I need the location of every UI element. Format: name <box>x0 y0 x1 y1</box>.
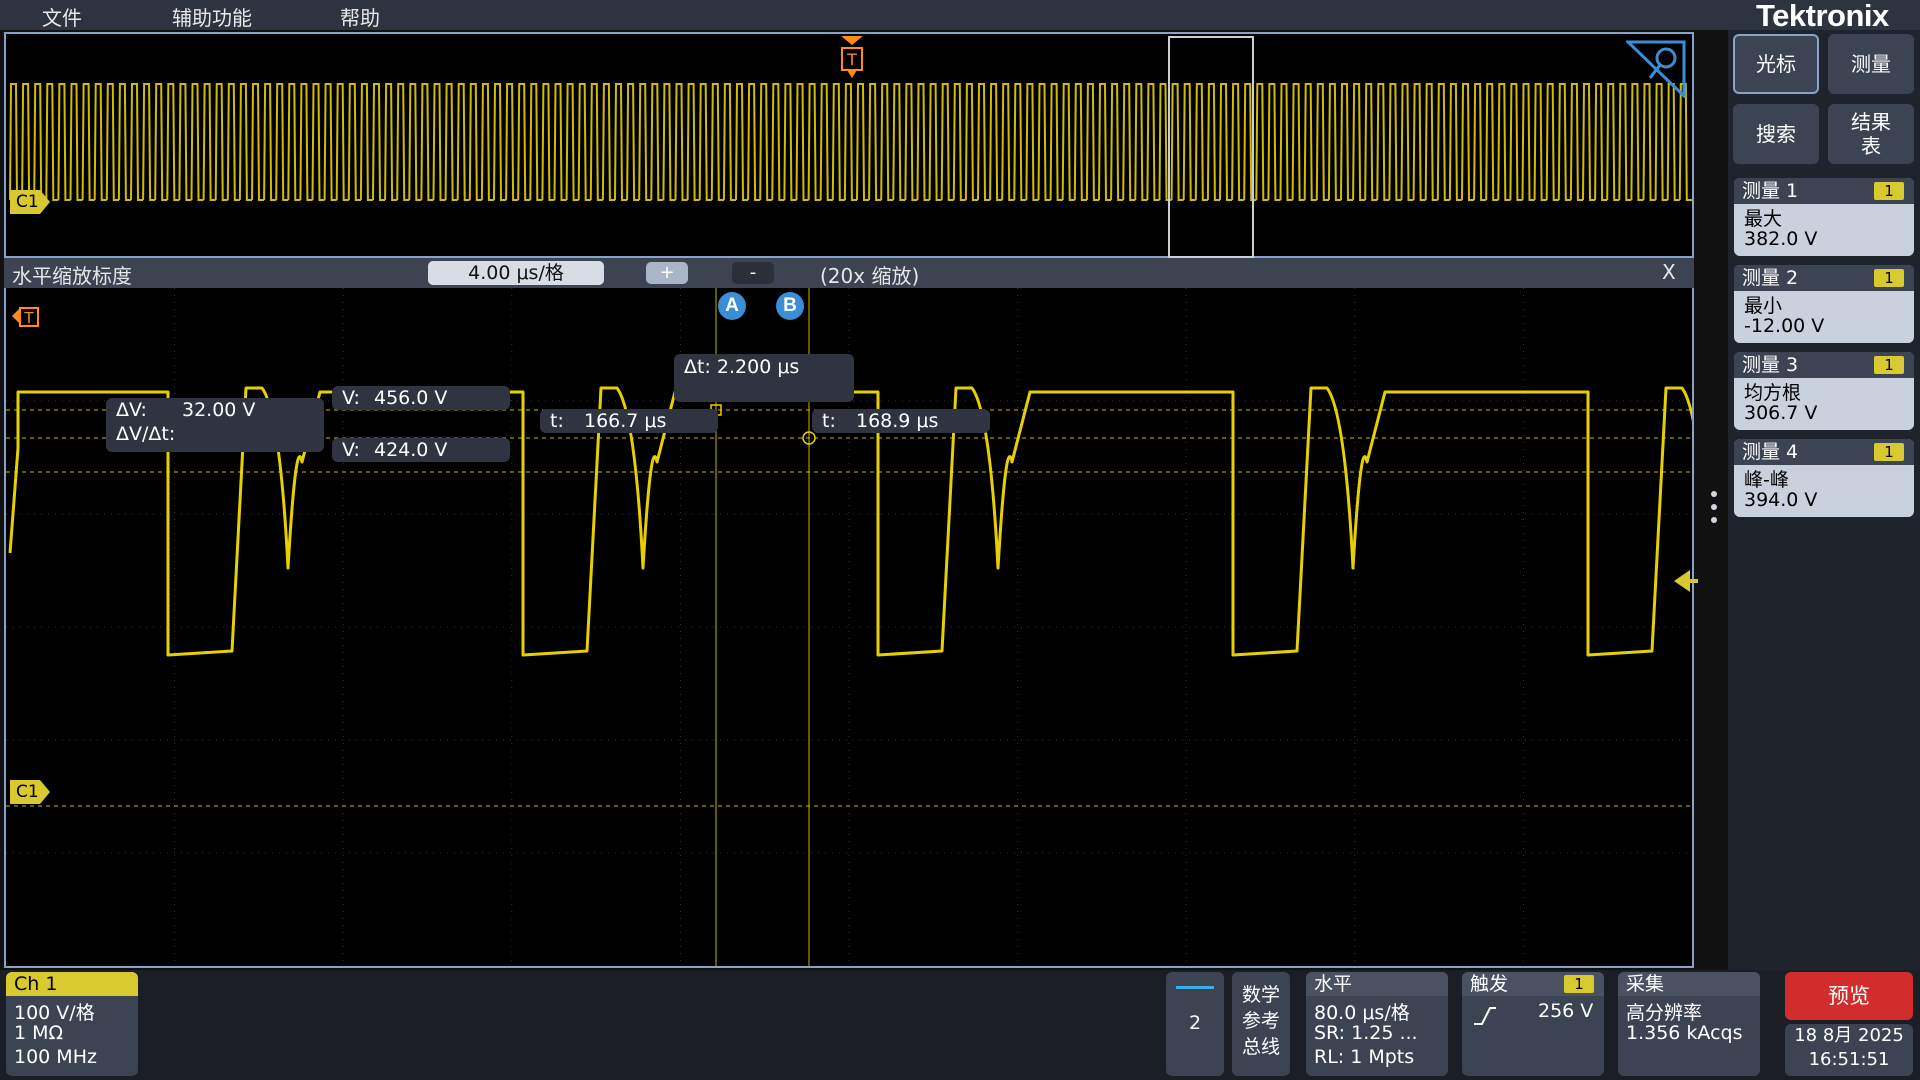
date-time-display[interactable]: 18 8月 2025 16:51:51 <box>1785 1024 1913 1076</box>
measurement-2-title: 测量 2 1 <box>1734 265 1914 291</box>
measurement-1-value: 382.0 V <box>1744 228 1818 250</box>
delta-v-label: ΔV: <box>116 399 147 421</box>
channel-1-badge[interactable]: Ch 1 100 V/格 1 MΩ 100 MHz <box>6 972 138 1076</box>
zoom-scale-bar: 水平缩放标度 4.00 μs/格 + - (20x 缩放) X <box>4 258 1694 288</box>
measurement-1-title: 测量 1 1 <box>1734 178 1914 204</box>
measurement-2-card[interactable]: 测量 2 1 最小 -12.00 V <box>1734 265 1914 343</box>
channel-1-impedance: 1 MΩ <box>14 1022 64 1044</box>
t-a-label: t: <box>550 410 564 432</box>
zoom-window-box[interactable] <box>1168 36 1254 258</box>
t-a-value: 166.7 μs <box>584 410 667 432</box>
dv-dt-label: ΔV/Δt: <box>116 423 176 445</box>
cursor-a-voltage-readout[interactable]: V: 456.0 V <box>332 386 510 410</box>
menu-help[interactable]: 帮助 <box>340 2 380 31</box>
menu-accessibility[interactable]: 辅助功能 <box>172 2 252 31</box>
acquire-mode: 高分辨率 <box>1626 1002 1703 1024</box>
measurement-3-card[interactable]: 测量 3 1 均方根 306.7 V <box>1734 352 1914 430</box>
channel-1-scale: 100 V/格 <box>14 1002 95 1024</box>
zoom-scale-title: 水平缩放标度 <box>12 264 132 288</box>
rising-edge-icon <box>1474 1007 1496 1025</box>
cursor-b-voltage-readout[interactable]: V: 424.0 V <box>332 438 510 462</box>
zoomed-waveform-panel[interactable]: T C1 A B Δt: 2.200 μs ΔV: 32.00 V ΔV/Δt:… <box>4 288 1698 968</box>
horizontal-scale: 80.0 μs/格 <box>1314 1002 1410 1024</box>
measurement-4-type: 峰-峰 <box>1744 469 1789 491</box>
cursor-measure-icon[interactable] <box>1626 40 1688 98</box>
zoom-scale-field[interactable]: 4.00 μs/格 <box>428 261 604 285</box>
cursor-b-badge[interactable]: B <box>776 292 804 320</box>
horizontal-sample-rate: SR: 1.25 ... <box>1314 1022 1418 1044</box>
svg-text:T: T <box>23 309 34 327</box>
menu-bar: 文件 辅助功能 帮助 Tektronix <box>0 0 1920 33</box>
math-ref-bus-button[interactable]: 数学 参考 总线 <box>1232 972 1290 1076</box>
measurement-2-value: -12.00 V <box>1744 315 1825 337</box>
trigger-channel: 1 <box>1564 975 1594 993</box>
math-ref-bus-label: 数学 参考 总线 <box>1241 984 1280 1058</box>
trigger-position-icon[interactable]: T <box>838 34 868 82</box>
measurement-4-value: 394.0 V <box>1744 489 1818 511</box>
delta-t-text: Δt: 2.200 μs <box>684 356 800 378</box>
acquire-badge[interactable]: 采集 高分辨率 1.356 kAcqs <box>1618 972 1760 1076</box>
horizontal-record-length: RL: 1 Mpts <box>1314 1046 1415 1068</box>
zoom-factor-label: (20x 缩放) <box>820 264 920 288</box>
channel-2-label: 2 <box>1188 1012 1202 1034</box>
cursor-a-badge[interactable]: A <box>718 292 746 320</box>
v-b-label: V: <box>342 439 360 461</box>
v-a-value: 456.0 V <box>374 387 448 409</box>
delta-t-readout[interactable]: Δt: 2.200 μs <box>674 354 854 402</box>
right-sidebar: 光标 测量 搜索 结果 表 测量 1 1 最大 382.0 V 测量 2 1 最… <box>1728 30 1920 970</box>
tektronix-logo: Tektronix <box>1756 0 1889 33</box>
results-table-button[interactable]: 结果 表 <box>1828 104 1914 164</box>
delta-v-readout[interactable]: ΔV: 32.00 V ΔV/Δt: <box>106 398 324 452</box>
v-b-value: 424.0 V <box>374 439 448 461</box>
measurement-3-value: 306.7 V <box>1744 402 1818 424</box>
preview-button[interactable]: 预览 <box>1785 972 1913 1020</box>
trigger-level: 256 V <box>1538 1000 1594 1022</box>
cursor-b-time-readout[interactable]: t: 168.9 μs <box>812 409 990 433</box>
time-text: 16:51:51 <box>1808 1049 1890 1070</box>
measurement-4-channel: 1 <box>1874 443 1904 461</box>
svg-text:T: T <box>846 50 857 69</box>
measurement-2-channel: 1 <box>1874 269 1904 287</box>
measurement-4-title: 测量 4 1 <box>1734 439 1914 465</box>
search-button[interactable]: 搜索 <box>1733 104 1819 164</box>
acquire-title: 采集 <box>1618 972 1760 996</box>
measurement-4-card[interactable]: 测量 4 1 峰-峰 394.0 V <box>1734 439 1914 517</box>
more-options-icon[interactable] <box>1710 490 1718 524</box>
measurement-2-type: 最小 <box>1744 295 1783 317</box>
v-a-label: V: <box>342 387 360 409</box>
t-b-label: t: <box>822 410 836 432</box>
measurement-3-channel: 1 <box>1874 356 1904 374</box>
trigger-badge[interactable]: 触发 1 256 V <box>1462 972 1604 1076</box>
cursor-a-time-readout[interactable]: t: 166.7 μs <box>540 409 718 433</box>
zoom-out-button[interactable]: - <box>732 262 774 284</box>
trigger-title: 触发 1 <box>1462 972 1604 996</box>
delta-v-value: 32.00 V <box>182 399 256 421</box>
trigger-level-arrow-icon[interactable] <box>1672 568 1698 594</box>
menu-file[interactable]: 文件 <box>42 2 82 31</box>
channel-1-bandwidth: 100 MHz <box>14 1046 97 1068</box>
channel-2-color-bar <box>1176 986 1214 989</box>
measurement-1-channel: 1 <box>1874 182 1904 200</box>
measurement-3-type: 均方根 <box>1744 382 1802 404</box>
horizontal-badge[interactable]: 水平 80.0 μs/格 SR: 1.25 ... RL: 1 Mpts <box>1306 972 1448 1076</box>
measurement-1-card[interactable]: 测量 1 1 最大 382.0 V <box>1734 178 1914 256</box>
add-channel-2-button[interactable]: 2 <box>1166 972 1224 1076</box>
zoom-in-button[interactable]: + <box>646 262 688 284</box>
horizontal-title: 水平 <box>1306 972 1448 996</box>
cursors-button[interactable]: 光标 <box>1733 34 1819 94</box>
measurement-3-title: 测量 3 1 <box>1734 352 1914 378</box>
trigger-marker-icon[interactable]: T <box>10 304 40 328</box>
measure-button[interactable]: 测量 <box>1828 34 1914 94</box>
zoom-close-button[interactable]: X <box>1662 260 1676 284</box>
overview-waveform-panel[interactable]: C1 T <box>4 32 1694 258</box>
date-text: 18 8月 2025 <box>1794 1025 1904 1046</box>
acquire-count: 1.356 kAcqs <box>1626 1022 1743 1044</box>
channel-1-title: Ch 1 <box>6 972 138 996</box>
t-b-value: 168.9 μs <box>856 410 939 432</box>
measurement-1-type: 最大 <box>1744 208 1783 230</box>
